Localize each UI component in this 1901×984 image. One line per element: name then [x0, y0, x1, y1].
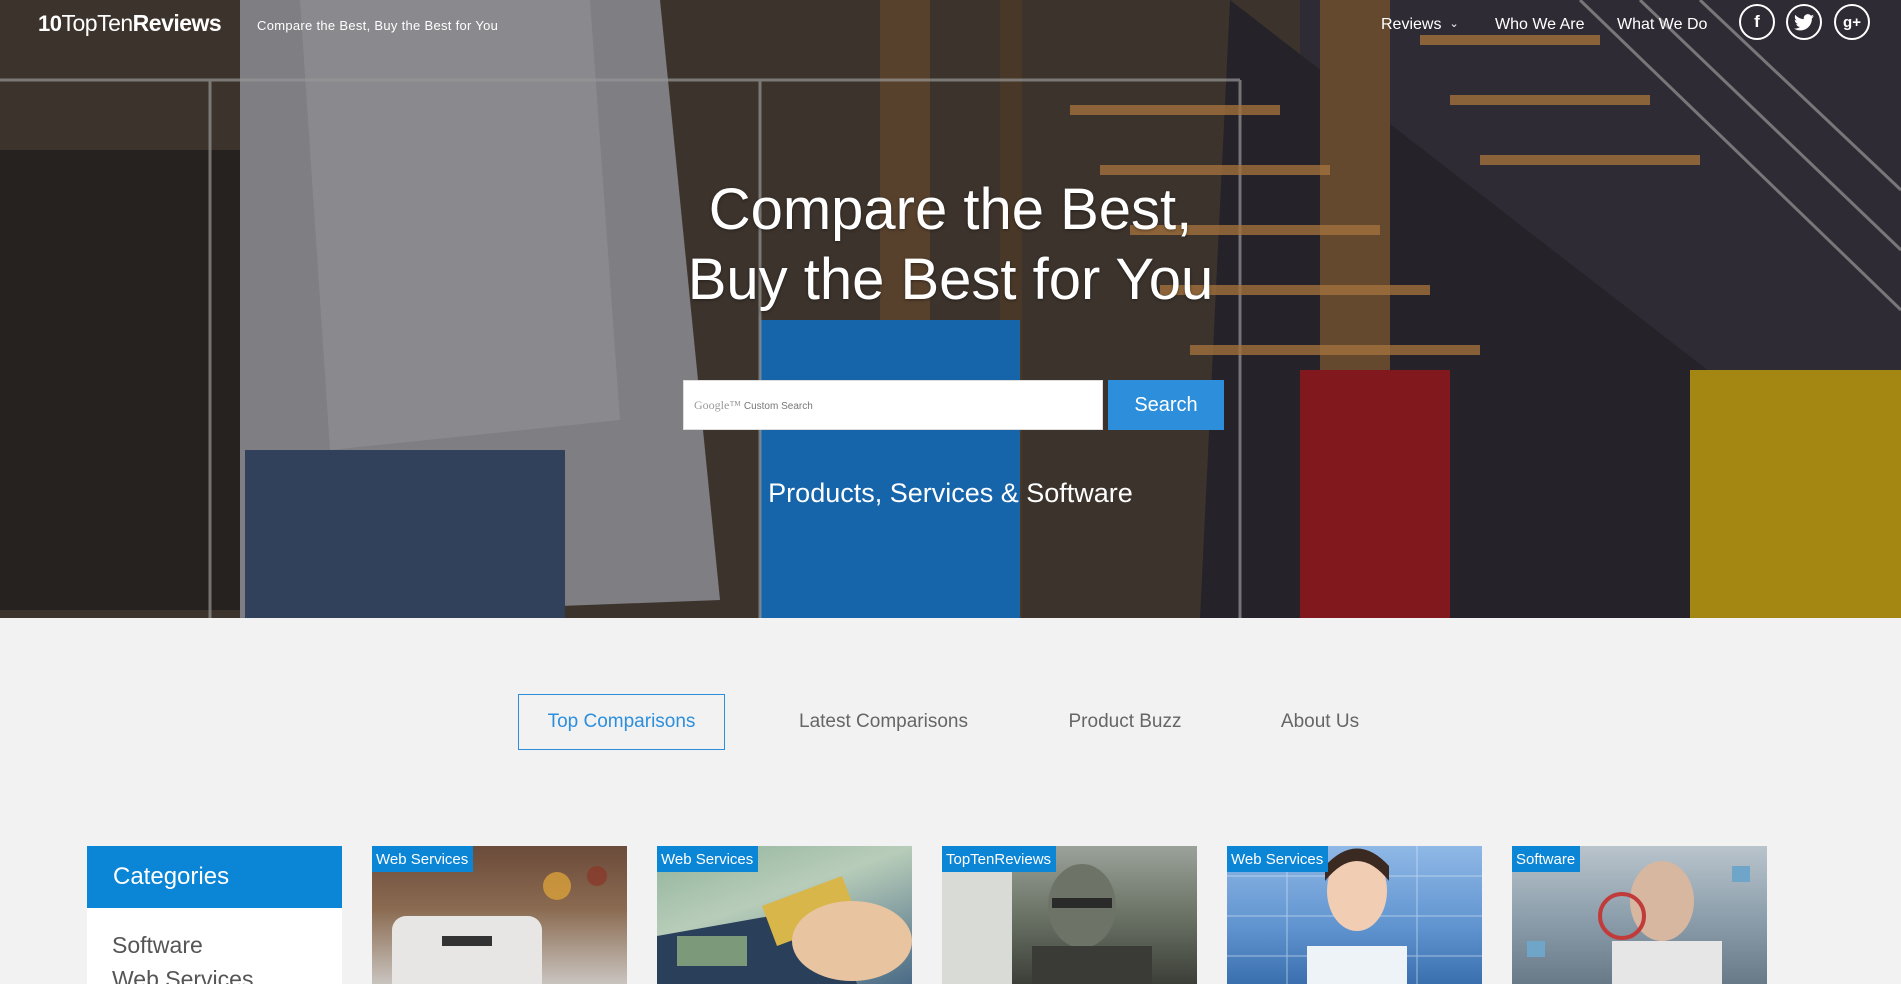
search-input[interactable]: Google™ Custom Search [683, 380, 1103, 430]
google-brand-text: Google™ [694, 398, 742, 412]
category-item-web-services[interactable]: Web Services [87, 962, 342, 984]
search-button[interactable]: Search [1108, 380, 1224, 430]
hero-banner: 10TopTenReviews Compare the Best, Buy th… [0, 0, 1901, 618]
logo-word-top: Top [61, 10, 98, 36]
chevron-down-icon: ⌄ [1449, 18, 1459, 30]
top-navigation: 10TopTenReviews Compare the Best, Buy th… [0, 0, 1901, 52]
hero-title-line-1: Compare the Best, [708, 177, 1193, 242]
twitter-icon[interactable] [1786, 4, 1822, 40]
tab-product-buzz[interactable]: Product Buzz [1040, 694, 1210, 750]
categories-header: Categories [87, 846, 342, 908]
category-item-software[interactable]: Software [87, 928, 342, 962]
comparison-card[interactable]: Web Services [372, 846, 627, 984]
comparison-card[interactable]: Software [1512, 846, 1767, 984]
nav-reviews[interactable]: Reviews ⌄ [1381, 16, 1459, 34]
logo-number: 10 [38, 11, 62, 36]
nav-reviews-label: Reviews [1381, 16, 1442, 33]
search-placeholder: Google™ Custom Search [694, 398, 813, 413]
comparison-card[interactable]: Web Services [657, 846, 912, 984]
hero-title-line-2: Buy the Best for You [687, 247, 1214, 312]
tab-top-comparisons[interactable]: Top Comparisons [518, 694, 725, 750]
site-logo[interactable]: 10TopTenReviews [38, 10, 222, 37]
card-category-badge: Web Services [372, 846, 474, 872]
search-placeholder-text: Custom Search [743, 401, 813, 412]
card-category-badge: TopTenReviews [942, 846, 1057, 872]
comparison-card[interactable]: Web Services [1227, 846, 1482, 984]
categories-panel: Categories Software Web Services [87, 846, 342, 984]
logo-word-ten: Ten [97, 10, 133, 36]
tab-about-us[interactable]: About Us [1250, 694, 1390, 750]
nav-what-we-do[interactable]: What We Do [1617, 16, 1707, 34]
card-category-badge: Web Services [1227, 846, 1329, 872]
tab-latest-comparisons[interactable]: Latest Comparisons [780, 694, 987, 750]
facebook-icon[interactable]: f [1739, 4, 1775, 40]
site-tagline: Compare the Best, Buy the Best for You [257, 18, 499, 33]
google-plus-icon[interactable]: g+ [1834, 4, 1870, 40]
comparison-card[interactable]: TopTenReviews [942, 846, 1197, 984]
twitter-bird-glyph [1794, 13, 1814, 30]
logo-word-reviews: Reviews [132, 10, 222, 36]
card-category-badge: Web Services [657, 846, 759, 872]
card-category-badge: Software [1512, 846, 1581, 872]
hero-subtitle: Products, Services & Software [768, 478, 1133, 508]
nav-who-we-are[interactable]: Who We Are [1495, 16, 1585, 34]
